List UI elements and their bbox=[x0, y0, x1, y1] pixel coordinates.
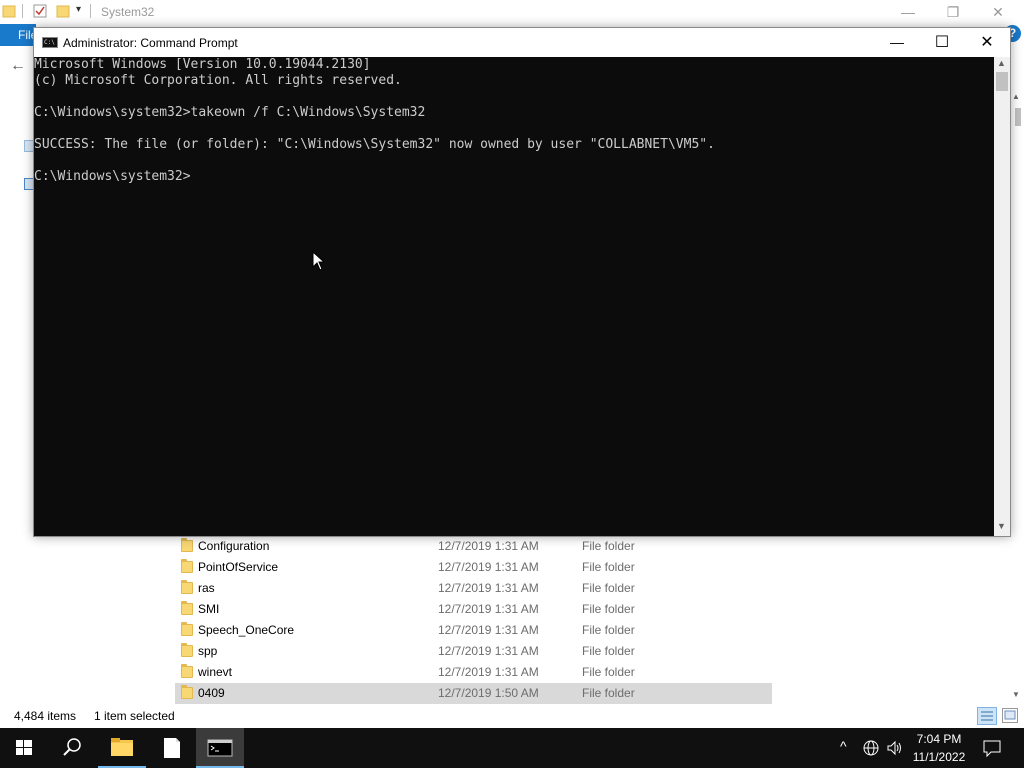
separator bbox=[22, 4, 23, 18]
file-name: winevt bbox=[198, 665, 233, 679]
file-type: File folder bbox=[582, 665, 635, 679]
network-icon[interactable] bbox=[862, 739, 880, 760]
list-item[interactable]: Configuration 12/7/2019 1:31 AM File fol… bbox=[175, 536, 772, 557]
start-button[interactable] bbox=[0, 728, 48, 768]
folder-icon bbox=[2, 4, 16, 18]
search-icon bbox=[63, 738, 81, 756]
scrollbar-thumb[interactable] bbox=[1015, 108, 1021, 126]
file-date: 12/7/2019 1:31 AM bbox=[438, 560, 539, 574]
file-name: Speech_OneCore bbox=[198, 623, 295, 637]
file-type: File folder bbox=[582, 644, 635, 658]
customize-toolbar-icon[interactable]: ▾ bbox=[76, 4, 81, 15]
file-type: File folder bbox=[582, 560, 635, 574]
file-date: 12/7/2019 1:31 AM bbox=[438, 665, 539, 679]
file-name: 0409 bbox=[198, 686, 225, 700]
file-name: PointOfService bbox=[198, 560, 279, 574]
close-button[interactable]: ✕ bbox=[964, 28, 1010, 57]
file-tab[interactable]: File bbox=[0, 24, 37, 46]
separator bbox=[90, 4, 91, 18]
console-prompt: C:\Windows\system32> bbox=[34, 169, 191, 184]
clock-time[interactable]: 7:04 PM bbox=[908, 732, 970, 746]
explorer-titlebar: ▾ System32 — ❐ ✕ bbox=[0, 0, 1024, 24]
notifications-icon[interactable] bbox=[982, 738, 1002, 761]
folder-icon bbox=[181, 580, 193, 594]
show-hidden-icons-chevron[interactable]: ^ bbox=[840, 738, 847, 754]
list-item[interactable]: Speech_OneCore 12/7/2019 1:31 AM File fo… bbox=[175, 620, 772, 641]
list-item[interactable]: winevt 12/7/2019 1:31 AM File folder bbox=[175, 662, 772, 683]
folder-icon bbox=[181, 685, 193, 699]
file-type: File folder bbox=[582, 686, 635, 700]
maximize-button[interactable]: ☐ bbox=[919, 28, 965, 57]
console-line: Microsoft Windows [Version 10.0.19044.21… bbox=[34, 57, 371, 72]
search-button[interactable] bbox=[48, 728, 96, 768]
large-icons-view-icon bbox=[1004, 710, 1016, 720]
close-button[interactable]: ✕ bbox=[978, 2, 1018, 22]
scroll-down-arrow[interactable]: ▼ bbox=[1012, 690, 1020, 699]
window-title: System32 bbox=[101, 5, 155, 19]
status-bar: 4,484 items 1 item selected bbox=[0, 705, 1024, 727]
console-line: C:\Windows\system32>takeown /f C:\Window… bbox=[34, 105, 426, 120]
details-view-icon bbox=[981, 711, 993, 721]
file-type: File folder bbox=[582, 623, 635, 637]
folder-icon bbox=[181, 664, 193, 678]
list-item-selected[interactable]: 0409 12/7/2019 1:50 AM File folder bbox=[175, 683, 772, 704]
file-type: File folder bbox=[582, 539, 635, 553]
minimize-button[interactable]: — bbox=[888, 2, 928, 22]
file-date: 12/7/2019 1:31 AM bbox=[438, 581, 539, 595]
file-name: spp bbox=[198, 644, 218, 658]
window-title: Administrator: Command Prompt bbox=[63, 36, 238, 50]
console-line: (c) Microsoft Corporation. All rights re… bbox=[34, 73, 402, 88]
folder-icon bbox=[181, 643, 193, 657]
scrollbar-thumb[interactable] bbox=[996, 72, 1008, 91]
back-button[interactable]: ← bbox=[10, 57, 26, 75]
file-date: 12/7/2019 1:50 AM bbox=[438, 686, 539, 700]
cmd-icon[interactable]: C:\ bbox=[42, 37, 58, 48]
list-item[interactable]: spp 12/7/2019 1:31 AM File folder bbox=[175, 641, 772, 662]
properties-icon[interactable] bbox=[33, 4, 47, 18]
notepad-button[interactable] bbox=[148, 728, 196, 768]
folder-icon bbox=[181, 622, 193, 636]
selected-count: 1 item selected bbox=[94, 709, 175, 723]
cmd-scrollbar[interactable]: ▲ ▼ bbox=[994, 57, 1010, 536]
console-line: SUCCESS: The file (or folder): "C:\Windo… bbox=[34, 137, 715, 152]
file-name: Configuration bbox=[198, 539, 270, 553]
item-count: 4,484 items bbox=[14, 709, 77, 723]
scroll-down-arrow[interactable]: ▼ bbox=[997, 521, 1006, 531]
windows-logo-icon bbox=[16, 740, 32, 755]
file-name: ras bbox=[198, 581, 215, 595]
scroll-up-arrow[interactable]: ▲ bbox=[997, 58, 1006, 68]
folder-icon bbox=[111, 738, 133, 756]
scroll-up-arrow[interactable]: ▲ bbox=[1012, 92, 1020, 101]
mouse-cursor-icon bbox=[312, 250, 326, 271]
volume-icon[interactable] bbox=[885, 739, 903, 760]
folder-icon bbox=[181, 559, 193, 573]
file-name: SMI bbox=[198, 602, 220, 616]
list-item[interactable]: SMI 12/7/2019 1:31 AM File folder bbox=[175, 599, 772, 620]
file-type: File folder bbox=[582, 602, 635, 616]
file-date: 12/7/2019 1:31 AM bbox=[438, 623, 539, 637]
restore-button[interactable]: ❐ bbox=[933, 2, 973, 22]
command-prompt-window[interactable]: C:\ Administrator: Command Prompt — ☐ ✕ … bbox=[33, 27, 1011, 537]
file-type: File folder bbox=[582, 581, 635, 595]
details-view-button[interactable] bbox=[977, 707, 997, 725]
command-prompt-button[interactable] bbox=[196, 728, 244, 768]
cmd-icon bbox=[207, 739, 233, 757]
clock-date[interactable]: 11/1/2022 bbox=[908, 750, 970, 764]
large-icons-view-button[interactable] bbox=[1002, 708, 1018, 723]
console-output[interactable]: Microsoft Windows [Version 10.0.19044.21… bbox=[34, 57, 994, 536]
folder-icon bbox=[181, 601, 193, 615]
list-item[interactable]: PointOfService 12/7/2019 1:31 AM File fo… bbox=[175, 557, 772, 578]
minimize-button[interactable]: — bbox=[874, 28, 920, 57]
taskbar: ^ 7:04 PM 11/1/2022 bbox=[0, 728, 1024, 768]
list-item[interactable]: ras 12/7/2019 1:31 AM File folder bbox=[175, 578, 772, 599]
file-date: 12/7/2019 1:31 AM bbox=[438, 539, 539, 553]
file-explorer-button[interactable] bbox=[98, 728, 146, 768]
file-date: 12/7/2019 1:31 AM bbox=[438, 602, 539, 616]
cmd-titlebar[interactable]: C:\ Administrator: Command Prompt — ☐ ✕ bbox=[34, 28, 1010, 57]
folder-icon bbox=[181, 538, 193, 552]
file-date: 12/7/2019 1:31 AM bbox=[438, 644, 539, 658]
document-icon bbox=[164, 738, 180, 758]
new-folder-icon[interactable] bbox=[56, 4, 70, 18]
